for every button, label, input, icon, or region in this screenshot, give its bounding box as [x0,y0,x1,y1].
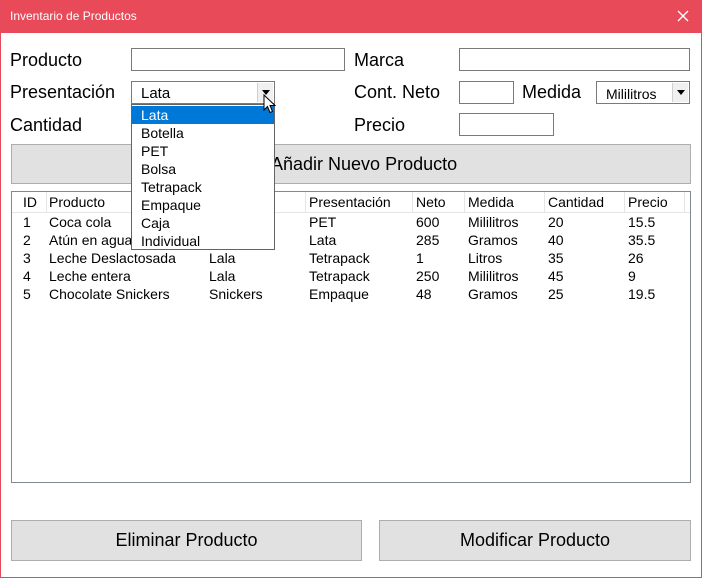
cell-producto: Chocolate Snickers [49,286,170,302]
presentacion-label: Presentación [10,82,116,102]
table-row[interactable]: 4 Leche entera Lala Tetrapack 250 Milili… [12,267,690,285]
dropdown-option-caja[interactable]: Caja [132,214,274,232]
precio-input[interactable] [459,113,554,136]
cell-medida: Gramos [468,286,518,302]
cell-medida: Litros [468,250,503,266]
cell-cantidad: 25 [548,286,564,302]
chevron-down-icon [677,90,685,95]
cell-id: 1 [23,214,31,230]
cell-precio: 35.5 [628,232,656,248]
column-header-cantidad[interactable]: Cantidad [545,192,625,212]
add-product-label: Añadir Nuevo Producto [271,153,458,174]
window-title: Inventario de Productos [10,9,137,23]
dropdown-option-individual[interactable]: Individual [132,232,274,250]
dropdown-option-pet[interactable]: PET [132,142,274,160]
dropdown-option-botella[interactable]: Botella [132,124,274,142]
close-icon[interactable] [673,6,693,26]
table-row[interactable]: 2 Atún en agua Lata 285 Gramos 40 35.5 [12,231,690,249]
app-window: Inventario de Productos Producto Marca P… [0,0,702,578]
cell-marca: Snickers [209,286,263,302]
presentacion-combo[interactable]: Lata [131,81,275,104]
medida-value: Mililitros [606,86,657,102]
cell-cantidad: 20 [548,214,564,230]
cell-cantidad: 45 [548,268,564,284]
cell-presentacion: Tetrapack [309,250,370,266]
cell-neto: 600 [416,214,440,230]
cell-producto: Atún en agua [49,232,133,248]
cell-neto: 250 [416,268,440,284]
cell-neto: 48 [416,286,432,302]
cell-neto: 1 [416,250,424,266]
column-header-precio[interactable]: Precio [625,192,685,212]
dropdown-option-tetrapack[interactable]: Tetrapack [132,178,274,196]
cell-medida: Gramos [468,232,518,248]
table-row[interactable]: 1 Coca cola PET 600 Mililitros 20 15.5 [12,213,690,231]
column-header-medida[interactable]: Medida [465,192,545,212]
cell-id: 5 [23,286,31,302]
cell-id: 4 [23,268,31,284]
medida-combo[interactable]: Mililitros [596,81,690,104]
table-row[interactable]: 5 Chocolate Snickers Snickers Empaque 48… [12,285,690,303]
cell-presentacion: Tetrapack [309,268,370,284]
cell-presentacion: Empaque [309,286,369,302]
dropdown-option-bolsa[interactable]: Bolsa [132,160,274,178]
cantidad-label: Cantidad [10,115,83,135]
cell-presentacion: PET [309,214,337,230]
cell-precio: 26 [628,250,644,266]
presentacion-value: Lata [141,85,171,102]
cell-neto: 285 [416,232,440,248]
modify-product-label: Modificar Producto [459,530,611,550]
cell-presentacion: Lata [309,232,337,248]
cell-marca: Lala [209,268,236,284]
cell-producto: Coca cola [49,214,112,230]
table-row[interactable]: 3 Leche Deslactosada Lala Tetrapack 1 Li… [12,249,690,267]
cell-cantidad: 40 [548,232,564,248]
cont-neto-label: Cont. Neto [354,82,441,102]
products-listview[interactable]: ID Producto Marca Presentación Neto Medi… [11,191,691,483]
cont-neto-input[interactable] [459,81,514,104]
cell-precio: 9 [628,268,636,284]
cell-producto: Leche Deslactosada [49,250,176,266]
cell-producto: Leche entera [49,268,131,284]
marca-input[interactable] [459,48,690,71]
column-header-neto[interactable]: Neto [413,192,465,212]
producto-label: Producto [10,50,83,70]
presentacion-dropdown-list[interactable]: Lata Botella PET Bolsa Tetrapack Empaque… [131,104,275,250]
dropdown-option-lata[interactable]: Lata [132,106,274,124]
mouse-cursor-icon [263,93,277,119]
cell-marca: Lala [209,250,236,266]
add-product-button[interactable]: Añadir Nuevo Producto [11,144,691,184]
cell-id: 3 [23,250,31,266]
column-header-id[interactable]: ID [20,192,47,212]
cell-cantidad: 35 [548,250,564,266]
delete-product-label: Eliminar Producto [115,530,258,550]
cell-id: 2 [23,232,31,248]
dropdown-option-empaque[interactable]: Empaque [132,196,274,214]
cell-medida: Mililitros [468,268,519,284]
precio-label: Precio [354,115,406,135]
marca-label: Marca [354,50,405,70]
column-header-presentacion[interactable]: Presentación [306,192,413,212]
listview-header: ID Producto Marca Presentación Neto Medi… [12,192,690,213]
medida-label: Medida [522,82,582,102]
delete-product-button[interactable]: Eliminar Producto [11,520,362,561]
producto-input[interactable] [131,48,345,71]
modify-product-button[interactable]: Modificar Producto [379,520,691,561]
medida-dropdown-button[interactable] [672,83,688,102]
cell-medida: Mililitros [468,214,519,230]
cell-precio: 19.5 [628,286,656,302]
cell-precio: 15.5 [628,214,656,230]
title-bar[interactable]: Inventario de Productos [1,0,701,33]
